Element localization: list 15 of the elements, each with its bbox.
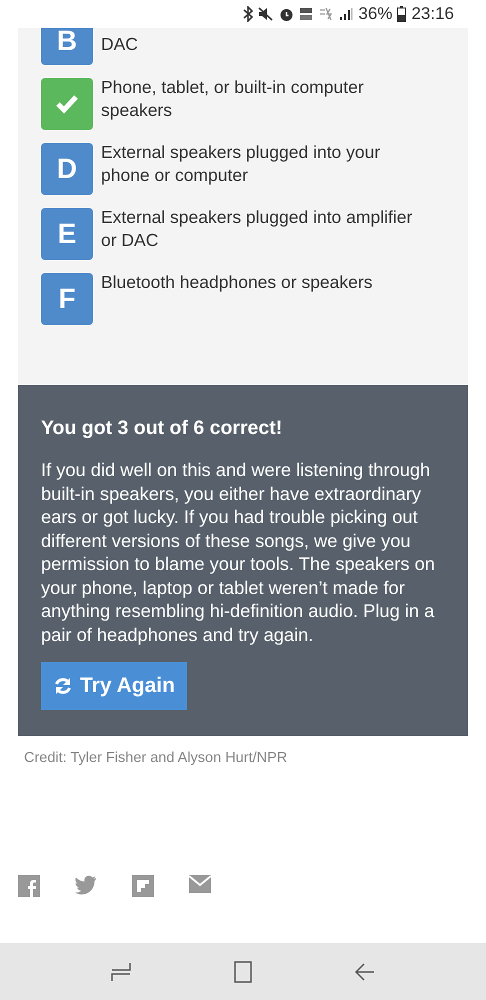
answer-letter-tile[interactable]: D: [41, 143, 93, 195]
answer-text: Bluetooth headphones or speakers: [101, 271, 372, 294]
answer-text: External speakers plugged into amplifier or DAC: [101, 206, 414, 252]
answer-text: Phone, tablet, or built-in computer speakers: [101, 76, 365, 122]
battery-percent: 36%: [358, 4, 392, 24]
result-heading: You got 3 out of 6 correct!: [41, 417, 282, 440]
answer-letter-tile[interactable]: F: [41, 273, 93, 325]
answer-letter-tile[interactable]: B: [41, 28, 93, 65]
answer-letter-tile[interactable]: E: [41, 208, 93, 260]
try-again-button[interactable]: Try Again: [41, 662, 187, 710]
result-text: If you did well on this and were listening through built-in speakers, you either have extraordinary ears or got lucky. If you had trouble picking out different versions of these songs, we give you permission to blame your tools. The speakers on your phone, laptop or tablet weren’t made for anything resembling hi-definition audio. Plug in a pair of headphones and try again.: [41, 458, 436, 646]
clock-time: 23:16: [411, 4, 454, 24]
answer-text: External speakers plugged into your phone or computer: [101, 141, 382, 187]
credit-text: Credit: Tyler Fisher and Alyson Hurt/NPR: [24, 750, 288, 766]
answer-text: DAC: [101, 33, 138, 56]
